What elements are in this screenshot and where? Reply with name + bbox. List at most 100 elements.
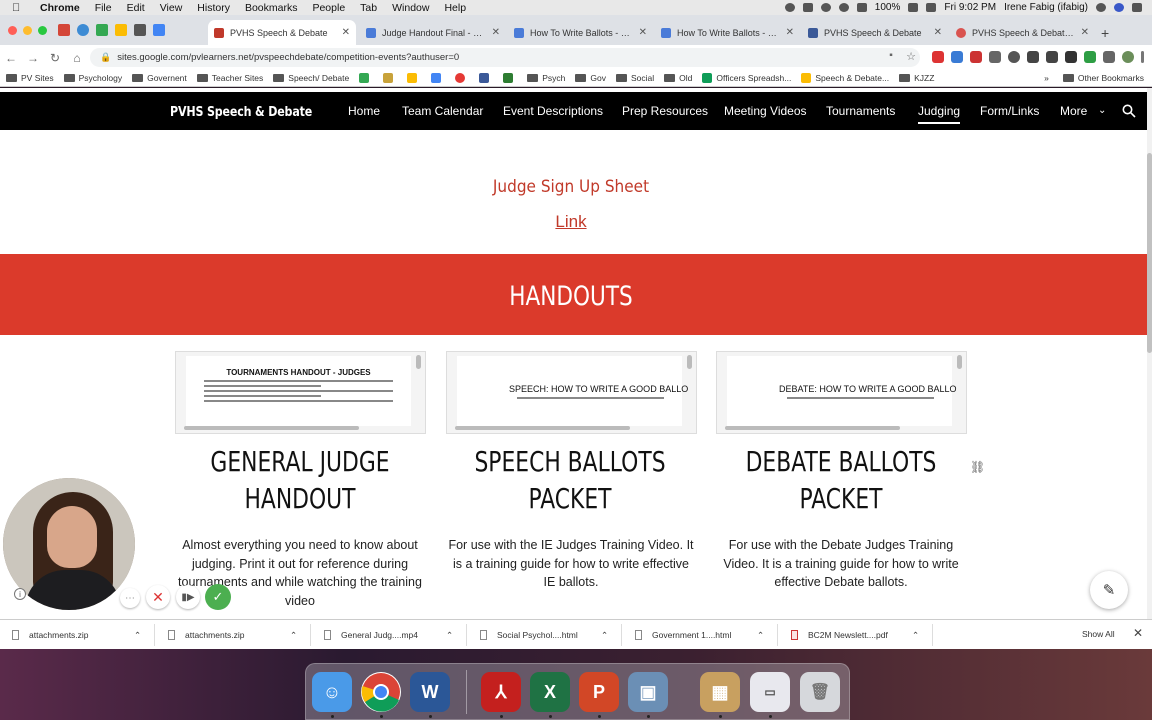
chevron-up-icon[interactable]: ⌃ bbox=[134, 628, 141, 642]
show-all-downloads-button[interactable]: Show All bbox=[1082, 629, 1115, 639]
extension-icon[interactable] bbox=[1065, 51, 1077, 63]
pinned-tab-drive-icon[interactable] bbox=[115, 24, 127, 36]
nav-judging[interactable]: Judging bbox=[918, 104, 961, 124]
wifi-icon[interactable] bbox=[856, 3, 867, 12]
tab-close-icon[interactable]: ✕ bbox=[786, 27, 794, 38]
puzzle-icon[interactable] bbox=[1103, 51, 1115, 63]
flag-icon[interactable] bbox=[926, 3, 937, 12]
speech-ballots-preview[interactable]: SPEECH: HOW TO WRITE A GOOD BALLO bbox=[446, 351, 697, 434]
profile-avatar[interactable] bbox=[1122, 51, 1134, 63]
other-bookmarks[interactable]: Other Bookmarks bbox=[1062, 73, 1144, 83]
preview-icon[interactable]: ▣ bbox=[628, 672, 668, 712]
close-window-button[interactable] bbox=[8, 26, 17, 35]
notification-center-icon[interactable] bbox=[1132, 3, 1142, 12]
menu-tab[interactable]: Tab bbox=[360, 2, 377, 14]
extension-icon[interactable] bbox=[951, 51, 963, 63]
address-bar[interactable]: 🔒 sites.google.com/pvlearners.net/pvspee… bbox=[90, 48, 920, 67]
pinned-tab-globe-icon[interactable] bbox=[77, 24, 89, 36]
bookmark-shortcut[interactable] bbox=[407, 73, 421, 83]
bookmark-folder[interactable]: PV Sites bbox=[6, 73, 54, 83]
siri-icon[interactable] bbox=[1114, 3, 1124, 12]
menu-view[interactable]: View bbox=[160, 2, 183, 14]
extension-icon[interactable] bbox=[1046, 51, 1058, 63]
tab-judge-handout[interactable]: Judge Handout Final - Goo ✕ bbox=[360, 20, 506, 45]
preview-scrollbar[interactable] bbox=[687, 355, 692, 369]
bookmark-link[interactable]: Speech & Debate... bbox=[801, 73, 889, 83]
menu-edit[interactable]: Edit bbox=[127, 2, 145, 14]
excel-icon[interactable]: X bbox=[530, 672, 570, 712]
tab-debate-ballots[interactable]: How To Write Ballots - Deb ✕ bbox=[655, 20, 800, 45]
menu-bookmarks[interactable]: Bookmarks bbox=[245, 2, 298, 14]
bookmark-folder[interactable]: Gov bbox=[575, 73, 606, 83]
extension-icon[interactable] bbox=[1008, 51, 1020, 63]
menu-clock[interactable]: Fri 9:02 PM bbox=[944, 2, 996, 13]
more-options-icon[interactable]: ⋯ bbox=[120, 588, 140, 608]
pause-recording-icon[interactable]: ▮▶ bbox=[176, 585, 200, 609]
back-arrow-icon[interactable]: ← bbox=[0, 51, 22, 65]
minimize-window-button[interactable] bbox=[23, 26, 32, 35]
nav-tournaments[interactable]: Tournaments bbox=[826, 104, 895, 118]
page-scrollbar[interactable] bbox=[1147, 88, 1152, 619]
camera-icon[interactable]: ▪ bbox=[880, 50, 902, 61]
judge-signup-link[interactable]: Link bbox=[0, 212, 1142, 232]
download-item[interactable]: BC2M Newslett....pdf bbox=[791, 628, 888, 642]
bookmark-folder[interactable]: Speech/ Debate bbox=[273, 73, 349, 83]
scrollbar-thumb[interactable] bbox=[1147, 153, 1152, 353]
spotlight-search-icon[interactable] bbox=[1096, 3, 1106, 12]
menu-window[interactable]: Window bbox=[392, 2, 429, 14]
word-icon[interactable]: W bbox=[410, 672, 450, 712]
menu-people[interactable]: People bbox=[312, 2, 345, 14]
extension-icon[interactable] bbox=[970, 51, 982, 63]
tab-pvhs-facebook[interactable]: PVHS Speech & Debate ✕ bbox=[802, 20, 948, 45]
bookmark-star-icon[interactable]: ☆ bbox=[900, 50, 922, 63]
tab-speech-ballots[interactable]: How To Write Ballots - Spe ✕ bbox=[508, 20, 653, 45]
menu-kebab-icon[interactable] bbox=[1141, 51, 1144, 63]
search-icon[interactable] bbox=[1122, 104, 1136, 118]
extension-icon[interactable] bbox=[1027, 51, 1039, 63]
close-shelf-icon[interactable]: ✕ bbox=[1133, 626, 1143, 640]
preview-scrollbar[interactable] bbox=[455, 426, 630, 430]
site-name[interactable]: PVHS Speech & Debate bbox=[170, 104, 312, 120]
chevron-up-icon[interactable]: ⌃ bbox=[912, 628, 919, 642]
debate-ballots-preview[interactable]: DEBATE: HOW TO WRITE A GOOD BALLO bbox=[716, 351, 967, 434]
bookmarks-overflow-icon[interactable]: » bbox=[1044, 73, 1049, 83]
bookmark-shortcut[interactable] bbox=[359, 73, 373, 83]
pinned-tab-classroom-icon[interactable] bbox=[96, 24, 108, 36]
bookmark-folder[interactable]: Psych bbox=[527, 73, 565, 83]
nav-prep-resources[interactable]: Prep Resources bbox=[622, 104, 708, 118]
apple-menu-icon[interactable]:  bbox=[12, 2, 26, 14]
extension-icon[interactable] bbox=[989, 51, 1001, 63]
menu-user[interactable]: Irene Fabig (ifabig) bbox=[1004, 2, 1088, 13]
bookmark-link[interactable]: Officers Spreadsh... bbox=[702, 73, 791, 83]
bookmark-shortcut[interactable] bbox=[431, 73, 445, 83]
pinned-tab-calendar-icon[interactable] bbox=[153, 24, 165, 36]
nav-home[interactable]: Home bbox=[348, 104, 380, 118]
edit-pencil-icon[interactable]: ✎ bbox=[1090, 571, 1128, 609]
microphone-status-icon[interactable] bbox=[784, 3, 795, 12]
powerpoint-icon[interactable]: P bbox=[579, 672, 619, 712]
link-icon[interactable]: ⛓ bbox=[970, 460, 985, 474]
archive-icon[interactable]: ▦ bbox=[700, 672, 740, 712]
new-tab-icon[interactable]: + bbox=[1101, 25, 1109, 41]
screen-record-icon[interactable] bbox=[802, 3, 813, 12]
screenshot-icon[interactable]: ▭ bbox=[750, 672, 790, 712]
chrome-icon[interactable] bbox=[361, 672, 401, 712]
tab-close-icon[interactable]: ✕ bbox=[934, 27, 942, 38]
download-item[interactable]: attachments.zip bbox=[12, 628, 89, 642]
general-handout-preview[interactable]: TOURNAMENTS HANDOUT - JUDGES bbox=[175, 351, 426, 434]
bookmark-shortcut[interactable] bbox=[479, 73, 493, 83]
bookmark-shortcut[interactable] bbox=[455, 73, 469, 83]
tab-close-icon[interactable]: ✕ bbox=[1081, 27, 1089, 38]
lock-icon[interactable]: 🔒 bbox=[100, 52, 111, 63]
cancel-recording-icon[interactable]: ✕ bbox=[146, 585, 170, 609]
download-item[interactable]: General Judg....mp4 bbox=[324, 628, 418, 642]
chevron-down-icon[interactable]: ⌄ bbox=[1098, 105, 1106, 116]
fullscreen-window-button[interactable] bbox=[38, 26, 47, 35]
reload-icon[interactable]: ↻ bbox=[44, 51, 66, 65]
menu-history[interactable]: History bbox=[197, 2, 230, 14]
nav-event-descriptions[interactable]: Event Descriptions bbox=[503, 104, 603, 118]
bookmark-folder[interactable]: Governent bbox=[132, 73, 187, 83]
extension-icon[interactable] bbox=[932, 51, 944, 63]
preview-scrollbar[interactable] bbox=[416, 355, 421, 369]
battery-icon[interactable] bbox=[908, 3, 919, 12]
